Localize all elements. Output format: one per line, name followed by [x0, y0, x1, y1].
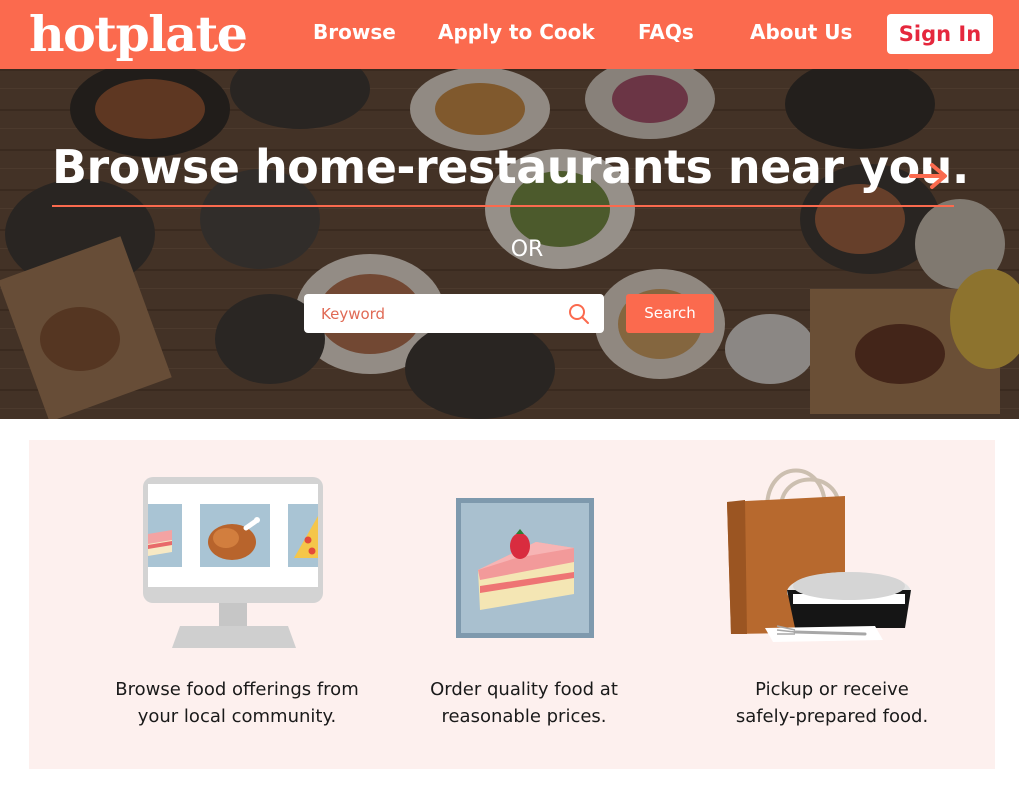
nav-about-us-link[interactable]: About Us — [750, 16, 852, 48]
feature-pickup-text: Pickup or receive safely-prepared food. — [735, 679, 929, 727]
hero-banner: Browse home-restaurants near you. OR Sea… — [0, 69, 1019, 419]
sign-in-button[interactable]: Sign In — [887, 14, 993, 54]
arrow-right-icon[interactable] — [908, 160, 950, 192]
search-icon[interactable] — [568, 303, 590, 325]
or-divider-text: OR — [510, 237, 544, 262]
nav-apply-to-cook-link[interactable]: Apply to Cook — [438, 16, 595, 48]
hero-title: Browse home-restaurants near you. — [52, 140, 969, 194]
monitor-food-icon — [143, 477, 323, 648]
hero-title-underline — [52, 205, 954, 207]
nav-faqs-link[interactable]: FAQs — [638, 16, 694, 48]
feature-pickup: Pickup or receive safely-prepared food. — [669, 440, 995, 769]
search-button[interactable]: Search — [626, 294, 714, 333]
search-box — [304, 294, 604, 333]
nav-browse-link[interactable]: Browse — [313, 16, 396, 48]
feature-order-text: Order quality food at reasonable prices. — [430, 679, 618, 727]
takeout-bag-icon — [727, 468, 911, 642]
top-navbar: hotplate Browse Apply to Cook FAQs About… — [0, 0, 1019, 69]
cake-slice-icon — [456, 498, 594, 638]
keyword-search-input[interactable] — [304, 294, 564, 333]
feature-order: Order quality food at reasonable prices. — [379, 440, 669, 769]
hotplate-logo[interactable]: hotplate — [29, 4, 248, 64]
features-panel: Browse food offerings from your local co… — [29, 440, 995, 769]
